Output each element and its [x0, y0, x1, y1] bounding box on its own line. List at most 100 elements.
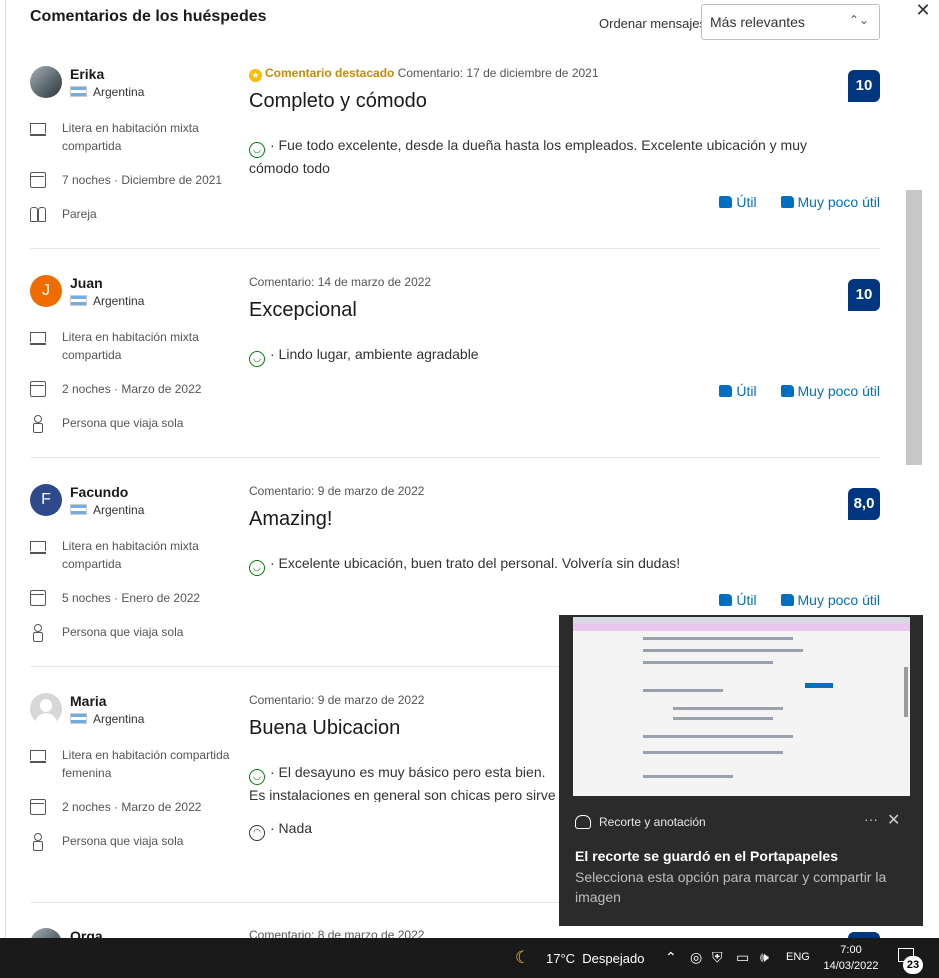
calendar-icon	[30, 590, 46, 606]
helpful-button[interactable]: Útil	[719, 194, 757, 210]
helpful-label: Útil	[736, 592, 757, 608]
security-warning-icon[interactable]: ⛨	[712, 949, 723, 966]
country-label: Argentina	[93, 712, 145, 726]
toast-title: El recorte se guardó en el Portapapeles	[575, 848, 838, 864]
smile-icon: ◡	[249, 142, 265, 158]
thumbs-up-icon	[719, 196, 733, 208]
toast-close-button[interactable]: ✕	[887, 810, 900, 830]
clock-date: 14/03/2022	[823, 960, 879, 972]
volume-icon[interactable]: 🕪	[760, 949, 769, 966]
review-votes: Útil Muy poco útil	[699, 383, 880, 399]
review-date: Comentario: 14 de marzo de 2022	[249, 275, 432, 289]
thumb-scrollbar	[904, 667, 908, 717]
network-icon[interactable]: ▭	[736, 949, 749, 966]
helpful-button[interactable]: Útil	[719, 383, 757, 399]
star-icon: ★	[249, 69, 262, 82]
not-helpful-button[interactable]: Muy poco útil	[780, 194, 880, 210]
review-date: Comentario: 8 de marzo de 2022	[249, 928, 425, 938]
traveler-label: Persona que viaja sola	[62, 834, 184, 848]
avatar	[30, 928, 62, 938]
country-label: Argentina	[93, 85, 145, 99]
bed-icon	[30, 329, 46, 345]
review-title: Completo y cómodo	[249, 90, 427, 112]
scrollbar-thumb[interactable]	[906, 190, 922, 465]
stay-label: 7 noches · Diciembre de 2021	[62, 173, 223, 187]
thumbs-up-icon	[719, 594, 733, 606]
room-label: Litera en habitación mixta compartida	[62, 330, 199, 362]
room-label: Litera en habitación mixta compartida	[62, 121, 199, 153]
calendar-icon	[30, 381, 46, 397]
thumb-line	[643, 775, 733, 778]
solo-traveler-icon	[30, 833, 46, 851]
reviewer-country: Argentina	[70, 503, 144, 517]
clock-time: 7:00	[840, 944, 862, 956]
close-icon[interactable]: ✕	[913, 0, 933, 22]
review-item: J Juan Argentina Litera en habitación mi…	[30, 275, 880, 458]
reviewer-name: Maria	[70, 693, 107, 709]
not-helpful-label: Muy poco útil	[797, 592, 880, 608]
stay-label: 2 noches · Marzo de 2022	[62, 800, 202, 814]
reviewer-name: Juan	[70, 275, 103, 291]
review-date: Comentario: 9 de marzo de 2022	[249, 693, 425, 707]
solo-traveler-icon	[30, 624, 46, 642]
not-helpful-button[interactable]: Muy poco útil	[780, 383, 880, 399]
thumb-tabs	[573, 623, 910, 631]
reviewer-name: Orga	[70, 928, 103, 938]
review-item: Erika Argentina Litera en habitación mix…	[30, 66, 880, 249]
snip-sketch-icon	[575, 815, 591, 829]
country-label: Argentina	[93, 294, 145, 308]
sort-select[interactable]: Más relevantes ⌃⌄	[701, 4, 880, 40]
traveler-label: Persona que viaja sola	[62, 416, 184, 430]
helpful-label: Útil	[736, 194, 757, 210]
country-label: Argentina	[93, 503, 145, 517]
positive-comment: ◡ · El desayuno es muy básico pero esta b…	[249, 762, 559, 802]
screenshot-thumbnail[interactable]	[573, 617, 910, 796]
review-title: Buena Ubicacion	[249, 717, 401, 739]
couple-icon	[30, 206, 46, 222]
review-title: Amazing!	[249, 508, 333, 530]
thumb-button	[805, 683, 833, 688]
traveler-label: Pareja	[62, 207, 97, 221]
negative-text: · Nada	[270, 820, 313, 836]
language-indicator[interactable]: ENG	[786, 951, 810, 963]
room-label: Litera en habitación mixta compartida	[62, 539, 199, 571]
toast-body: Selecciona esta opción para marcar y com…	[575, 869, 887, 905]
moon-weather-icon[interactable]: ☾	[515, 948, 530, 968]
reviewer-name: Facundo	[70, 484, 129, 500]
thumbs-down-icon	[780, 385, 794, 397]
frown-icon: ◠	[249, 825, 265, 841]
argentina-flag-icon	[70, 86, 87, 97]
thumb-line	[643, 751, 783, 754]
windows-taskbar: ☾ 17°C Despejado ⌃ ◎ ⛨ ▭ 🕪 ENG 7:00 14/0…	[0, 938, 939, 978]
snip-notification[interactable]: Recorte y anotación ··· ✕ El recorte se …	[559, 615, 923, 926]
bed-icon	[30, 747, 46, 763]
review-title: Excepcional	[249, 299, 357, 321]
thumb-line	[643, 661, 773, 664]
chevron-up-icon[interactable]: ⌃	[665, 949, 677, 966]
sort-label: Ordenar mensajes:	[599, 16, 710, 31]
notification-count-badge: 23	[903, 956, 923, 974]
helpful-button[interactable]: Útil	[719, 592, 757, 608]
review-item: Orga Comentario: 8 de marzo de 2022	[30, 928, 880, 938]
not-helpful-label: Muy poco útil	[797, 383, 880, 399]
calendar-icon	[30, 799, 46, 815]
positive-text: · Excelente ubicación, buen trato del pe…	[270, 555, 681, 571]
reviewer-country: Argentina	[70, 294, 144, 308]
avatar	[30, 693, 62, 725]
positive-comment: ◡ · Excelente ubicación, buen trato del p…	[249, 553, 859, 576]
reviews-heading: Comentarios de los huéspedes	[30, 8, 267, 25]
not-helpful-button[interactable]: Muy poco útil	[780, 592, 880, 608]
positive-comment: ◡ · Lindo lugar, ambiente agradable	[249, 344, 859, 367]
meet-now-icon[interactable]: ◎	[690, 949, 702, 966]
smile-icon: ◡	[249, 560, 265, 576]
review-score: 10	[848, 279, 880, 311]
toast-app-name: Recorte y anotación	[599, 815, 706, 829]
weather-widget[interactable]: 17°C Despejado	[546, 951, 644, 966]
more-options-button[interactable]: ···	[864, 811, 878, 827]
thumb-line	[673, 717, 773, 720]
review-votes: Útil Muy poco útil	[699, 194, 880, 210]
avatar: J	[30, 275, 62, 307]
clock[interactable]: 7:00 14/03/2022	[822, 942, 880, 974]
avatar	[30, 66, 62, 98]
thumbs-up-icon	[719, 385, 733, 397]
